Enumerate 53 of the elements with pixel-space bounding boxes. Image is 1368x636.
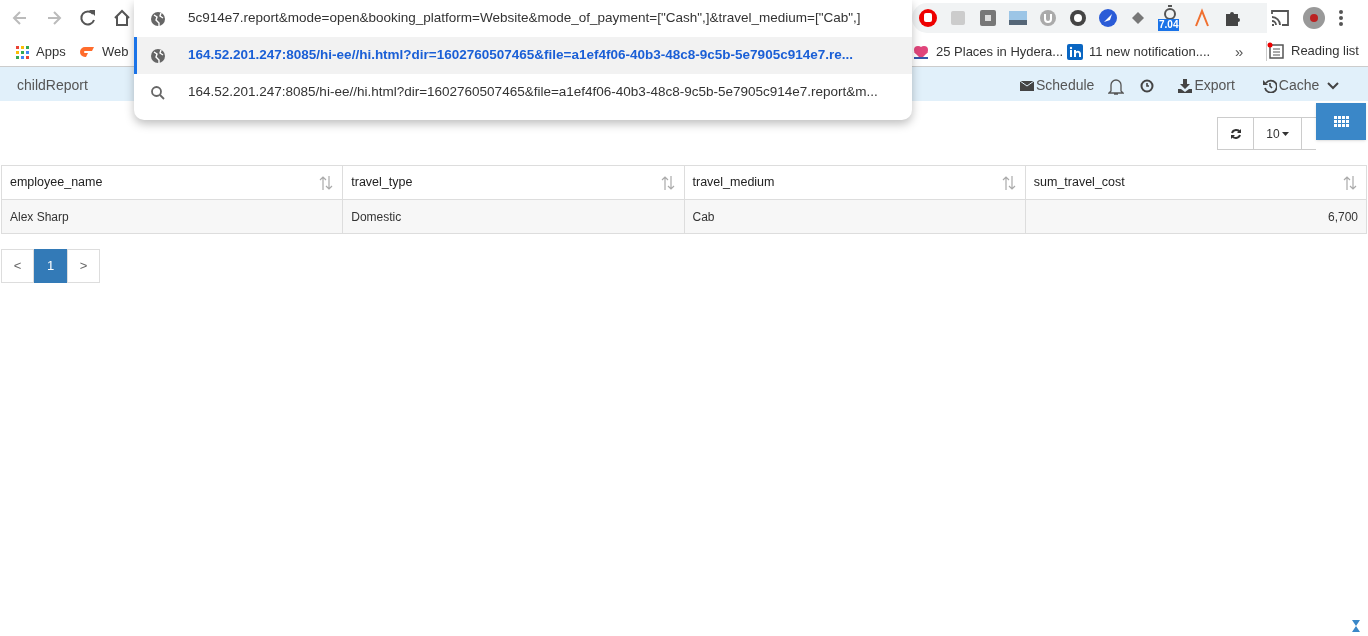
globe-icon: [150, 10, 166, 27]
extension-badge: 7.04: [1158, 19, 1180, 31]
table-cell: Domestic: [342, 199, 684, 234]
cast-icon[interactable]: [1270, 8, 1290, 28]
reload-icon[interactable]: [78, 8, 98, 28]
refresh-button[interactable]: [1217, 117, 1254, 150]
column-header[interactable]: employee_name: [1, 165, 343, 200]
omnibox-suggestion[interactable]: 164.52.201.247:8085/hi-ee//hi.html?dir=1602760507465&file=a1ef4f06-40b3-48c8-9c5b-5e7905c914e7.report&m...: [134, 74, 912, 111]
hearts-icon[interactable]: [912, 43, 930, 60]
hourglass-icon: [1352, 620, 1360, 632]
profile-avatar-icon[interactable]: [1302, 6, 1326, 30]
home-icon[interactable]: [112, 8, 132, 28]
export-button[interactable]: Export: [1178, 75, 1235, 96]
omnibox-suggestion[interactable]: 5c914e7.report&mode=open&booking_platform=Website&mode_of_payment=["Cash",]&travel_medium=["Cab",]: [134, 0, 912, 37]
table-cell: Alex Sharp: [1, 199, 343, 234]
history-icon: [1262, 78, 1277, 93]
apps-grid-icon[interactable]: [14, 43, 30, 60]
schedule-button[interactable]: Schedule: [1020, 75, 1095, 96]
column-header[interactable]: travel_type: [342, 165, 684, 200]
caret-icon: [1281, 131, 1289, 136]
column-header[interactable]: sum_travel_cost: [1025, 165, 1367, 200]
search-icon: [150, 84, 166, 101]
globe-icon: [150, 47, 166, 64]
envelope-icon: [1020, 79, 1034, 92]
bookmark-link[interactable]: Web: [102, 42, 129, 62]
bookmark-link[interactable]: 11 new notification....: [1089, 42, 1211, 62]
reading-list-icon[interactable]: [1267, 41, 1285, 60]
table-cell: 6,700: [1025, 199, 1367, 234]
a-shape-icon[interactable]: [1192, 8, 1212, 28]
landscape-tile-icon[interactable]: [1008, 8, 1028, 28]
chevron-down-icon[interactable]: [1327, 80, 1340, 91]
bookmark-link[interactable]: 25 Places in Hydera...: [936, 42, 1064, 62]
grid-icon: [1333, 116, 1349, 127]
report-title: childReport: [17, 76, 88, 95]
refresh-icon: [1229, 127, 1242, 140]
more-menu-icon[interactable]: [1338, 8, 1344, 28]
linkedin-icon[interactable]: [1067, 43, 1083, 60]
table-cell: Cab: [684, 199, 1026, 234]
column-header[interactable]: travel_medium: [684, 165, 1026, 200]
bookmark-link[interactable]: Apps: [36, 42, 66, 62]
bookmarks-overflow-button[interactable]: »: [1235, 41, 1244, 64]
cache-button[interactable]: Cache: [1262, 75, 1320, 96]
page-button[interactable]: 1: [34, 249, 67, 283]
next-page-button[interactable]: >: [67, 249, 100, 283]
circle-icon[interactable]: [1068, 8, 1088, 28]
page-size-dropdown[interactable]: 10: [1254, 117, 1302, 150]
download-icon: [1178, 78, 1193, 93]
reading-list-button[interactable]: Reading list: [1291, 41, 1359, 61]
clock-icon[interactable]: [1140, 78, 1155, 93]
omnibox-suggestion[interactable]: 164.52.201.247:8085/hi-ee//hi.html?dir=1602760507465&file=a1ef4f06-40b3-48c8-9c5b-5e7905c914e7.re...: [134, 37, 912, 74]
grid-view-button[interactable]: [1316, 103, 1366, 140]
bell-icon[interactable]: [1108, 76, 1125, 95]
previous-page-button[interactable]: <: [1, 249, 34, 283]
